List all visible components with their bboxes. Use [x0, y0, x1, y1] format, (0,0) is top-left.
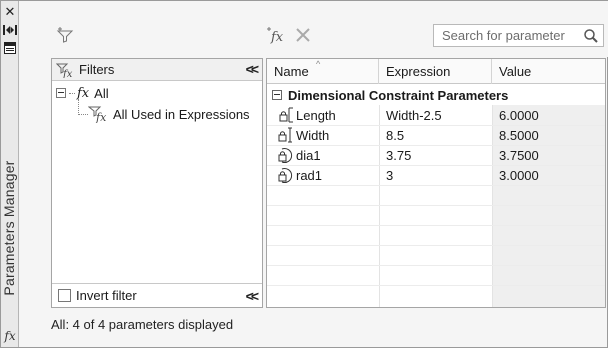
diameter-lock-icon [278, 148, 293, 163]
filter-icon [56, 27, 74, 43]
filters-header: fx Filters << [52, 59, 262, 81]
param-name: rad1 [296, 167, 323, 183]
param-expression[interactable]: Width-2.5 [379, 105, 492, 125]
param-name: Length [296, 107, 336, 123]
tree-node-all[interactable]: fx All [56, 84, 109, 102]
filter-fx-icon: fx [56, 63, 73, 78]
table-row[interactable]: Length Width-2.5 6.0000 [267, 105, 605, 125]
delete-parameter-button[interactable] [294, 26, 312, 44]
close-button[interactable]: ✕ [3, 4, 17, 18]
linear-dimension-lock-icon [279, 107, 293, 123]
tree-connector [78, 99, 79, 115]
column-header-name[interactable]: Name ^ [267, 59, 379, 84]
search-icon[interactable] [583, 28, 599, 44]
param-expression[interactable]: 3 [379, 165, 492, 185]
column-header-value[interactable]: Value [492, 59, 605, 84]
properties-icon [4, 42, 16, 54]
row-divider [267, 225, 605, 226]
filter-tree: fx All fx All Used in Expressions [52, 81, 262, 281]
invert-filter-checkbox[interactable] [58, 289, 71, 302]
new-parameter-button[interactable]: fx [266, 26, 288, 44]
search-box [433, 24, 604, 47]
search-input[interactable] [434, 25, 574, 46]
toolbar: fx [20, 1, 608, 57]
collapse-footer-button[interactable]: << [246, 288, 259, 304]
column-header-expression[interactable]: Expression [379, 59, 492, 84]
auto-hide-icon [3, 25, 17, 35]
param-value: 3.7500 [499, 147, 539, 163]
tree-node-label: All [94, 85, 109, 101]
table-row[interactable]: rad1 3 3.0000 [267, 165, 605, 185]
tree-node-label: All Used in Expressions [113, 106, 250, 122]
row-divider [267, 185, 605, 186]
param-name: Width [296, 127, 330, 143]
svg-text:fx: fx [95, 111, 107, 123]
new-filter-button[interactable] [56, 26, 74, 44]
svg-text:fx: fx [62, 69, 73, 78]
filters-panel: fx Filters << fx All fx All Used in Expr… [51, 58, 263, 308]
parameters-grid: Name ^ Expression Value Dimensional Cons… [266, 58, 606, 308]
table-row[interactable]: Width 8.5 8.5000 [267, 125, 605, 145]
new-parameter-icon: fx [267, 27, 284, 44]
row-divider [267, 285, 605, 286]
delete-icon [296, 28, 310, 42]
param-value: 3.0000 [499, 167, 539, 183]
group-label: Dimensional Constraint Parameters [288, 87, 509, 103]
table-row[interactable]: dia1 3.75 3.7500 [267, 145, 605, 165]
fx-glyph: fx [270, 30, 284, 44]
filters-title: Filters [79, 62, 115, 77]
param-name: dia1 [296, 147, 321, 163]
fx-strip-icon: fx [4, 329, 16, 343]
collapse-group-icon[interactable] [272, 90, 282, 100]
title-strip: ✕ Parameters Manager fx [1, 1, 19, 347]
sort-ascending-icon: ^ [316, 59, 321, 69]
row-divider [267, 205, 605, 206]
group-row-dimensional[interactable]: Dimensional Constraint Parameters [267, 85, 605, 105]
param-expression[interactable]: 3.75 [379, 145, 492, 165]
param-value: 8.5000 [499, 127, 539, 143]
invert-filter-label: Invert filter [76, 288, 137, 303]
param-value: 6.0000 [499, 107, 539, 123]
auto-hide-button[interactable] [3, 23, 17, 37]
grid-header: Name ^ Expression Value [267, 59, 605, 84]
row-divider [267, 245, 605, 246]
filter-fx-icon: fx [88, 106, 107, 123]
parameters-manager-window: ✕ Parameters Manager fx fx Search for pa… [0, 0, 608, 348]
vertical-dimension-lock-icon [278, 127, 292, 143]
collapse-filters-button[interactable]: << [246, 61, 259, 77]
window-title: Parameters Manager [1, 160, 17, 296]
properties-button[interactable] [3, 41, 17, 55]
tree-node-used-in-expressions[interactable]: fx All Used in Expressions [88, 105, 250, 123]
radius-lock-icon [278, 168, 293, 183]
row-divider [267, 265, 605, 266]
tree-connector [78, 114, 88, 115]
param-expression[interactable]: 8.5 [379, 125, 492, 145]
status-text: All: 4 of 4 parameters displayed [51, 317, 234, 332]
filters-footer: Invert filter << [52, 283, 262, 307]
collapse-node-icon[interactable] [56, 88, 66, 98]
